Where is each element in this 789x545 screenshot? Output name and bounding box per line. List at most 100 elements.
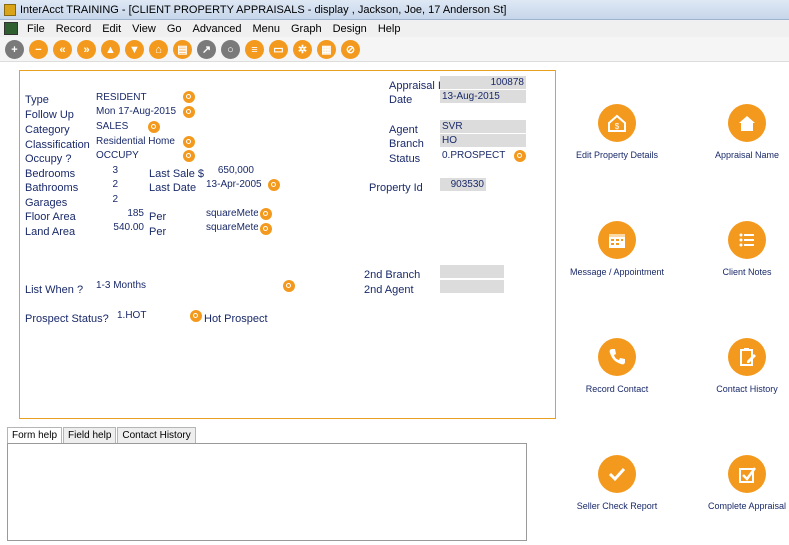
appraisal-form: Type RESIDENT Follow Up Mon 17-Aug-2015 … xyxy=(19,70,556,419)
toolbar-last-icon[interactable]: » xyxy=(77,40,96,59)
toolbar-export-icon[interactable]: ↗ xyxy=(197,40,216,59)
lastsale-label: Last Sale $ xyxy=(149,168,205,180)
menu-bar: File Record Edit View Go Advanced Menu G… xyxy=(0,20,789,37)
branch2-field[interactable] xyxy=(440,265,504,278)
lastsale-field[interactable]: 650,000 xyxy=(204,164,256,177)
help-content-area[interactable] xyxy=(7,443,527,541)
complete-appraisal-label: Complete Appraisal xyxy=(707,501,787,511)
status-field[interactable]: 0.PROSPECT xyxy=(440,149,512,162)
menu-help[interactable]: Help xyxy=(378,23,401,35)
occupy-field[interactable]: OCCUPY xyxy=(94,149,180,162)
menu-file[interactable]: File xyxy=(27,23,45,35)
toolbar-calendar-icon[interactable]: ▦ xyxy=(317,40,336,59)
prospectstatus-label: Prospect Status? xyxy=(25,313,109,325)
toolbar-remove-icon[interactable]: − xyxy=(29,40,48,59)
prospectstatus-field[interactable]: 1.HOT xyxy=(115,309,187,322)
toolbar-up-icon[interactable]: ▲ xyxy=(101,40,120,59)
followup-field[interactable]: Mon 17-Aug-2015 xyxy=(94,105,180,118)
followup-lookup-icon[interactable] xyxy=(183,106,195,118)
menu-view[interactable]: View xyxy=(132,23,156,35)
toolbar-print-icon[interactable]: ▤ xyxy=(173,40,192,59)
system-menu-icon[interactable] xyxy=(4,22,18,35)
menu-graph[interactable]: Graph xyxy=(291,23,322,35)
bedrooms-label: Bedrooms xyxy=(25,168,76,180)
branch-label: Branch xyxy=(389,138,424,150)
menu-menu[interactable]: Menu xyxy=(252,23,280,35)
toolbar-add-icon[interactable]: + xyxy=(5,40,24,59)
agent-field[interactable]: SVR xyxy=(440,120,526,133)
listwhen-lookup-icon[interactable] xyxy=(283,280,295,292)
record-contact-button[interactable]: Record Contact xyxy=(547,338,687,394)
status-label: Status xyxy=(389,153,421,165)
land-per-lookup-icon[interactable] xyxy=(260,223,272,235)
toolbar-screen-icon[interactable]: ▭ xyxy=(269,40,288,59)
lastdate-lookup-icon[interactable] xyxy=(268,179,280,191)
date-label: Date xyxy=(389,94,413,106)
floor-per-field[interactable]: squareMeter xyxy=(204,207,258,220)
menu-go[interactable]: Go xyxy=(167,23,182,35)
tab-form-help[interactable]: Form help xyxy=(7,427,63,443)
type-label: Type xyxy=(25,94,49,106)
type-lookup-icon[interactable] xyxy=(183,91,195,103)
garages-label: Garages xyxy=(25,197,68,209)
record-contact-label: Record Contact xyxy=(585,384,649,394)
toolbar-home-icon[interactable]: ⌂ xyxy=(149,40,168,59)
toolbar-list-icon[interactable]: ≡ xyxy=(245,40,264,59)
lastdate-field[interactable]: 13-Apr-2005 xyxy=(204,178,264,191)
toolbar-down-icon[interactable]: ▼ xyxy=(125,40,144,59)
garages-field[interactable]: 2 xyxy=(94,193,120,206)
appraisal-name-button[interactable]: Appraisal Name xyxy=(677,104,789,160)
category-field[interactable]: SALES xyxy=(94,120,146,133)
type-field[interactable]: RESIDENT xyxy=(94,91,180,104)
toolbar-search-icon[interactable]: ○ xyxy=(221,40,240,59)
appraisalid-label: Appraisal Id xyxy=(389,80,448,92)
floorarea-field[interactable]: 185 xyxy=(94,207,146,220)
category-lookup-icon[interactable] xyxy=(148,121,160,133)
occupy-label: Occupy ? xyxy=(25,153,72,165)
floor-per-lookup-icon[interactable] xyxy=(260,208,272,220)
message-appointment-button[interactable]: Message / Appointment xyxy=(547,221,687,277)
edit-property-details-button[interactable]: $ Edit Property Details xyxy=(547,104,687,160)
occupy-lookup-icon[interactable] xyxy=(183,150,195,162)
tab-field-help[interactable]: Field help xyxy=(63,427,117,443)
land-per-field[interactable]: squareMeter xyxy=(204,221,258,234)
landarea-field[interactable]: 540.00 xyxy=(94,221,146,234)
appraisalid-field: 100878 xyxy=(440,76,526,89)
prospectstatus-lookup-icon[interactable] xyxy=(190,310,202,322)
branch-field[interactable]: HO xyxy=(440,134,526,147)
complete-appraisal-button[interactable]: Complete Appraisal xyxy=(677,455,789,511)
tab-contact-history[interactable]: Contact History xyxy=(117,427,196,443)
propertyid-field: 903530 xyxy=(440,178,486,191)
status-lookup-icon[interactable] xyxy=(514,150,526,162)
toolbar-cancel-icon[interactable]: ⊘ xyxy=(341,40,360,59)
land-per-label: Per xyxy=(149,226,167,238)
client-notes-label: Client Notes xyxy=(722,267,772,277)
agent-label: Agent xyxy=(389,124,418,136)
phone-icon xyxy=(598,338,636,376)
bedrooms-field[interactable]: 3 xyxy=(94,164,120,177)
help-tabs: Form help Field help Contact History xyxy=(7,427,197,443)
seller-check-report-button[interactable]: Seller Check Report xyxy=(547,455,687,511)
listwhen-label: List When ? xyxy=(25,284,84,296)
prospectstatus-description: Hot Prospect xyxy=(204,313,268,325)
clipboard-pen-icon xyxy=(728,338,766,376)
branch2-label: 2nd Branch xyxy=(364,269,421,281)
landarea-label: Land Area xyxy=(25,226,76,238)
contact-history-label: Contact History xyxy=(716,384,778,394)
client-notes-button[interactable]: Client Notes xyxy=(677,221,789,277)
toolbar-first-icon[interactable]: « xyxy=(53,40,72,59)
menu-advanced[interactable]: Advanced xyxy=(193,23,242,35)
contact-history-button[interactable]: Contact History xyxy=(677,338,789,394)
menu-record[interactable]: Record xyxy=(56,23,91,35)
bathrooms-field[interactable]: 2 xyxy=(94,178,120,191)
classification-lookup-icon[interactable] xyxy=(183,136,195,148)
menu-design[interactable]: Design xyxy=(333,23,367,35)
list-icon xyxy=(728,221,766,259)
bathrooms-label: Bathrooms xyxy=(25,182,79,194)
listwhen-field[interactable]: 1-3 Months xyxy=(94,279,280,292)
classification-field[interactable]: Residential Home xyxy=(94,135,180,148)
agent2-field[interactable] xyxy=(440,280,504,293)
date-field: 13-Aug-2015 xyxy=(440,90,526,103)
toolbar-settings-icon[interactable]: ✲ xyxy=(293,40,312,59)
menu-edit[interactable]: Edit xyxy=(102,23,121,35)
